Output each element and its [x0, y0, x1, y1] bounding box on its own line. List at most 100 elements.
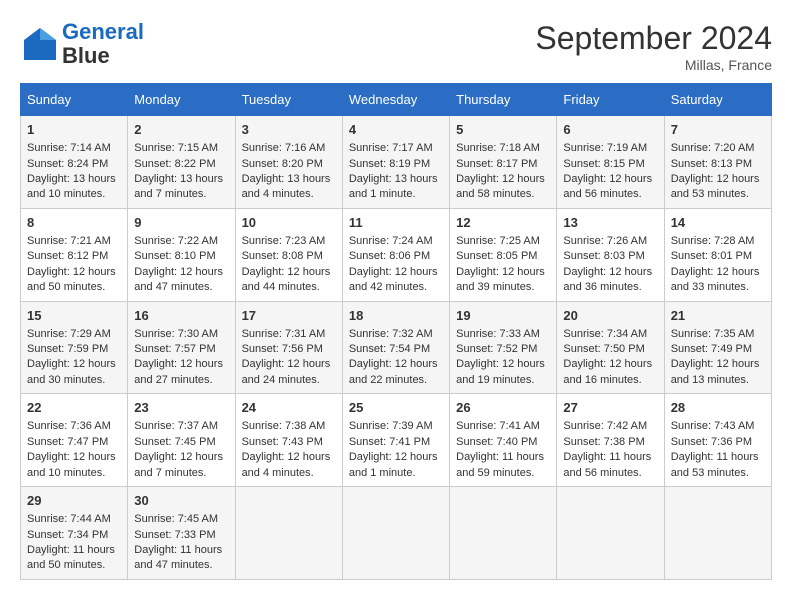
calendar-cell: 18Sunrise: 7:32 AMSunset: 7:54 PMDayligh…: [342, 301, 449, 394]
calendar-cell: 9 Sunrise: 7:22 AMSunset: 8:10 PMDaylight…: [128, 208, 235, 301]
sunrise-text: Sunrise: 7:22 AM: [134, 234, 228, 249]
sunrise-text: Sunrise: 7:41 AM: [456, 419, 550, 434]
daylight-text: Daylight: 12 hours and 10 minutes.: [27, 450, 121, 481]
sunrise-text: Sunrise: 7:39 AM: [349, 419, 443, 434]
calendar-cell: 19Sunrise: 7:33 AMSunset: 7:52 PMDayligh…: [450, 301, 557, 394]
calendar-week-row: 1Sunrise: 7:14 AMSunset: 8:24 PMDaylight…: [21, 116, 772, 209]
day-number: 9: [134, 214, 228, 232]
day-number: 21: [671, 307, 765, 325]
sunrise-text: Sunrise: 7:38 AM: [242, 419, 336, 434]
sunrise-text: Sunrise: 7:34 AM: [563, 327, 657, 342]
daylight-text: Daylight: 12 hours and 16 minutes.: [563, 357, 657, 388]
sunset-text: Sunset: 7:34 PM: [27, 528, 121, 543]
calendar-cell: 16Sunrise: 7:30 AMSunset: 7:57 PMDayligh…: [128, 301, 235, 394]
sunset-text: Sunset: 7:47 PM: [27, 435, 121, 450]
calendar-cell: 21 Sunrise: 7:35 AMSunset: 7:49 PMDayligh…: [664, 301, 771, 394]
sunset-text: Sunset: 8:12 PM: [27, 249, 121, 264]
day-number: 4: [349, 121, 443, 139]
day-number: 10: [242, 214, 336, 232]
daylight-text: Daylight: 13 hours and 7 minutes.: [134, 172, 228, 203]
day-number: 8: [27, 214, 121, 232]
daylight-text: Daylight: 12 hours and 1 minute.: [349, 450, 443, 481]
calendar-cell: 1Sunrise: 7:14 AMSunset: 8:24 PMDaylight…: [21, 116, 128, 209]
calendar-cell: 24Sunrise: 7:38 AMSunset: 7:43 PMDayligh…: [235, 394, 342, 487]
daylight-text: Daylight: 13 hours and 1 minute.: [349, 172, 443, 203]
daylight-text: Daylight: 12 hours and 47 minutes.: [134, 265, 228, 296]
daylight-text: Daylight: 12 hours and 13 minutes.: [671, 357, 765, 388]
daylight-text: Daylight: 12 hours and 39 minutes.: [456, 265, 550, 296]
daylight-text: Daylight: 11 hours and 59 minutes.: [456, 450, 550, 481]
sunrise-text: Sunrise: 7:43 AM: [671, 419, 765, 434]
day-number: 30: [134, 492, 228, 510]
location: Millas, France: [535, 57, 772, 73]
day-number: 2: [134, 121, 228, 139]
calendar-week-row: 15Sunrise: 7:29 AMSunset: 7:59 PMDayligh…: [21, 301, 772, 394]
day-number: 3: [242, 121, 336, 139]
calendar-cell: 11Sunrise: 7:24 AMSunset: 8:06 PMDayligh…: [342, 208, 449, 301]
daylight-text: Daylight: 12 hours and 42 minutes.: [349, 265, 443, 296]
sunrise-text: Sunrise: 7:31 AM: [242, 327, 336, 342]
daylight-text: Daylight: 12 hours and 53 minutes.: [671, 172, 765, 203]
sunrise-text: Sunrise: 7:37 AM: [134, 419, 228, 434]
day-number: 17: [242, 307, 336, 325]
sunrise-text: Sunrise: 7:21 AM: [27, 234, 121, 249]
sunset-text: Sunset: 7:57 PM: [134, 342, 228, 357]
month-title: September 2024: [535, 20, 772, 57]
calendar-cell: [342, 487, 449, 580]
calendar-cell: 22Sunrise: 7:36 AMSunset: 7:47 PMDayligh…: [21, 394, 128, 487]
calendar-cell: 3Sunrise: 7:16 AMSunset: 8:20 PMDaylight…: [235, 116, 342, 209]
sunrise-text: Sunrise: 7:45 AM: [134, 512, 228, 527]
month-info: September 2024 Millas, France: [535, 20, 772, 73]
sunrise-text: Sunrise: 7:44 AM: [27, 512, 121, 527]
day-number: 7: [671, 121, 765, 139]
sunset-text: Sunset: 7:49 PM: [671, 342, 765, 357]
daylight-text: Daylight: 12 hours and 4 minutes.: [242, 450, 336, 481]
day-number: 29: [27, 492, 121, 510]
sunrise-text: Sunrise: 7:33 AM: [456, 327, 550, 342]
calendar-day-header: Wednesday: [342, 84, 449, 116]
sunset-text: Sunset: 8:03 PM: [563, 249, 657, 264]
logo-icon: [20, 24, 60, 64]
sunset-text: Sunset: 8:17 PM: [456, 157, 550, 172]
calendar-table: SundayMondayTuesdayWednesdayThursdayFrid…: [20, 83, 772, 580]
day-number: 6: [563, 121, 657, 139]
sunset-text: Sunset: 7:41 PM: [349, 435, 443, 450]
day-number: 26: [456, 399, 550, 417]
day-number: 16: [134, 307, 228, 325]
sunrise-text: Sunrise: 7:25 AM: [456, 234, 550, 249]
sunset-text: Sunset: 8:10 PM: [134, 249, 228, 264]
sunrise-text: Sunrise: 7:29 AM: [27, 327, 121, 342]
calendar-cell: 12Sunrise: 7:25 AMSunset: 8:05 PMDayligh…: [450, 208, 557, 301]
day-number: 24: [242, 399, 336, 417]
daylight-text: Daylight: 12 hours and 56 minutes.: [563, 172, 657, 203]
logo: General Blue: [20, 20, 144, 68]
sunrise-text: Sunrise: 7:35 AM: [671, 327, 765, 342]
day-number: 11: [349, 214, 443, 232]
sunrise-text: Sunrise: 7:30 AM: [134, 327, 228, 342]
calendar-cell: 27Sunrise: 7:42 AMSunset: 7:38 PMDayligh…: [557, 394, 664, 487]
calendar-day-header: Monday: [128, 84, 235, 116]
sunrise-text: Sunrise: 7:32 AM: [349, 327, 443, 342]
sunrise-text: Sunrise: 7:28 AM: [671, 234, 765, 249]
calendar-cell: 28Sunrise: 7:43 AMSunset: 7:36 PMDayligh…: [664, 394, 771, 487]
day-number: 5: [456, 121, 550, 139]
sunrise-text: Sunrise: 7:19 AM: [563, 141, 657, 156]
sunrise-text: Sunrise: 7:36 AM: [27, 419, 121, 434]
sunset-text: Sunset: 7:59 PM: [27, 342, 121, 357]
calendar-cell: 26Sunrise: 7:41 AMSunset: 7:40 PMDayligh…: [450, 394, 557, 487]
sunrise-text: Sunrise: 7:42 AM: [563, 419, 657, 434]
calendar-day-header: Thursday: [450, 84, 557, 116]
day-number: 14: [671, 214, 765, 232]
sunrise-text: Sunrise: 7:26 AM: [563, 234, 657, 249]
daylight-text: Daylight: 12 hours and 50 minutes.: [27, 265, 121, 296]
daylight-text: Daylight: 12 hours and 33 minutes.: [671, 265, 765, 296]
calendar-cell: 14Sunrise: 7:28 AMSunset: 8:01 PMDayligh…: [664, 208, 771, 301]
sunset-text: Sunset: 8:06 PM: [349, 249, 443, 264]
calendar-day-header: Sunday: [21, 84, 128, 116]
day-number: 13: [563, 214, 657, 232]
daylight-text: Daylight: 11 hours and 53 minutes.: [671, 450, 765, 481]
calendar-cell: 25Sunrise: 7:39 AMSunset: 7:41 PMDayligh…: [342, 394, 449, 487]
daylight-text: Daylight: 12 hours and 19 minutes.: [456, 357, 550, 388]
calendar-cell: 4Sunrise: 7:17 AMSunset: 8:19 PMDaylight…: [342, 116, 449, 209]
day-number: 19: [456, 307, 550, 325]
